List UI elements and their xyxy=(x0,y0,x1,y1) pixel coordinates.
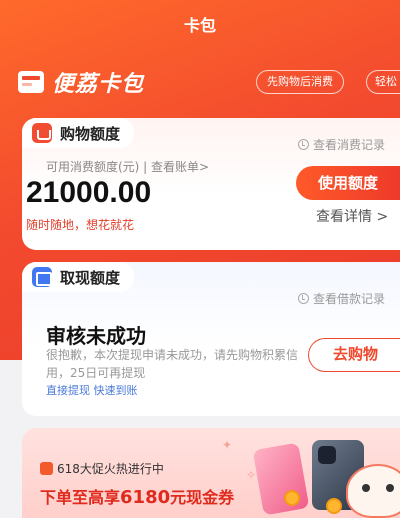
phone-illustration xyxy=(252,442,310,516)
brand-logo: 便荔卡包 xyxy=(18,66,144,98)
fire-icon xyxy=(40,462,53,475)
promo-tag: 618大促火热进行中 xyxy=(40,460,164,477)
available-credit-label[interactable]: 可用消费额度(元) | 查看账单> xyxy=(46,158,209,175)
clock-icon xyxy=(298,139,309,150)
coin-icon xyxy=(284,490,300,506)
coin-icon xyxy=(326,498,342,514)
cash-credit-tab: 取现额度 xyxy=(22,262,135,292)
promo-title-prefix: 下单至高享 xyxy=(40,488,121,507)
wallet-icon xyxy=(18,71,44,93)
slogan: 随时随地，想花就花 xyxy=(26,218,135,232)
mascot-illustration xyxy=(346,464,400,518)
sparkle-icon: ✦ xyxy=(222,438,233,452)
chip-buy-now-pay-later[interactable]: 先购物后消费 xyxy=(256,70,344,94)
brand-name: 便荔卡包 xyxy=(52,72,145,97)
cash-register-icon xyxy=(32,267,52,287)
withdraw-tagline: 直接提现 快速到账 xyxy=(46,384,138,397)
cash-credit-title: 取现额度 xyxy=(60,268,121,287)
page-title: 卡包 xyxy=(183,16,216,35)
promo-title: 下单至高享6180元现金券 xyxy=(40,484,234,508)
loan-record-label: 查看借款记录 xyxy=(313,292,386,306)
use-credit-button[interactable]: 使用额度 xyxy=(296,166,400,200)
promo-banner[interactable]: ✦ ✧ 618大促火热进行中 下单至高享6180元现金券 xyxy=(22,428,400,518)
view-details-link[interactable]: 查看详情 > xyxy=(316,206,388,226)
shopping-credit-title: 购物额度 xyxy=(60,124,121,143)
promo-title-amount: 6180 xyxy=(120,487,171,508)
chip-easy[interactable]: 轻松 xyxy=(366,70,400,94)
review-status-description: 很抱歉，本次提现申请未成功，请先购物积累信用，25日可再提现 xyxy=(46,348,299,380)
consumption-record-link[interactable]: 查看消费记录 xyxy=(298,136,400,153)
shopping-credit-tab: 购物额度 xyxy=(22,118,135,148)
promo-title-suffix: 元现金券 xyxy=(170,488,235,507)
available-credit-amount: 21000.00 xyxy=(26,176,152,209)
review-status-title: 审核未成功 xyxy=(46,324,146,348)
clock-icon xyxy=(298,293,309,304)
go-shopping-button[interactable]: 去购物 xyxy=(308,338,400,372)
loan-record-link[interactable]: 查看借款记录 xyxy=(298,290,400,307)
sparkle-icon: ✧ xyxy=(246,468,257,482)
consumption-record-label: 查看消费记录 xyxy=(313,138,386,152)
shopping-bag-icon xyxy=(32,123,52,143)
promo-tag-label: 618大促火热进行中 xyxy=(57,462,164,476)
